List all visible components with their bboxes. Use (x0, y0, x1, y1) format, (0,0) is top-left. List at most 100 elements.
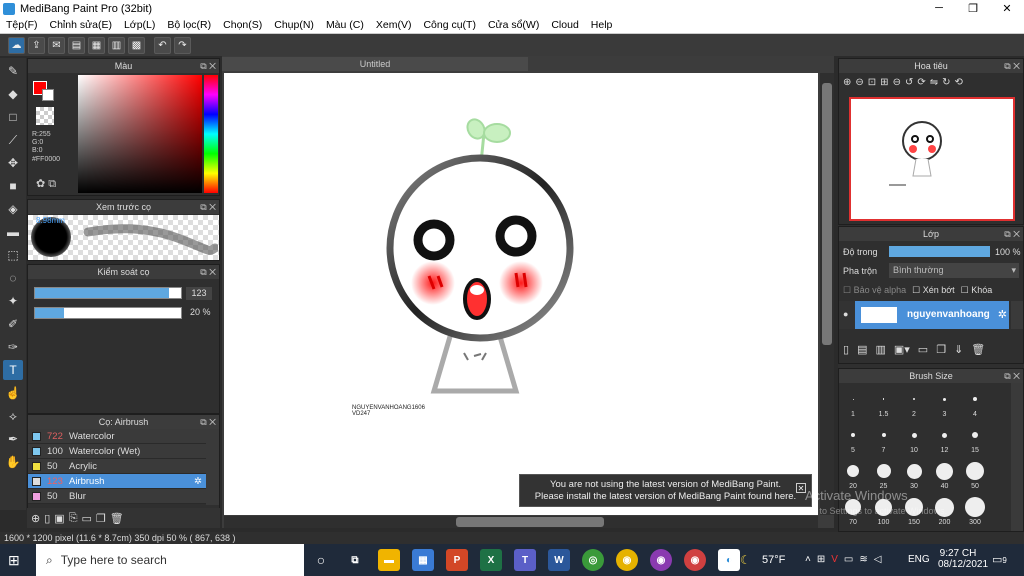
brush-size-dot[interactable] (936, 462, 953, 480)
menu-color[interactable]: Màu (C) (326, 19, 364, 31)
app-tray-icon[interactable]: ⊞ (817, 554, 825, 565)
menu-snap[interactable]: Chụp(N) (274, 19, 314, 31)
rotate-left-icon[interactable]: ↺ (905, 77, 913, 88)
menu-cloud[interactable]: Cloud (551, 19, 578, 31)
bucket-tool-icon[interactable]: ◈ (3, 199, 23, 219)
menu-file[interactable]: Tệp(F) (6, 19, 38, 31)
eraser-tool-icon[interactable]: ◆ (3, 84, 23, 104)
file-explorer-icon[interactable]: ▬ (378, 549, 400, 571)
medibang-taskbar-icon[interactable]: ◐ (718, 549, 740, 571)
volume-icon[interactable]: ◁ (874, 554, 882, 565)
zoom-100-icon[interactable]: ⊞ (880, 77, 888, 88)
brush-item[interactable]: 50 Blur (28, 489, 206, 504)
move-tool-icon[interactable]: ✥ (3, 153, 23, 173)
brush-size-dot[interactable] (942, 432, 947, 438)
clipping-checkbox[interactable]: ☐ Xén bớt (912, 285, 955, 296)
magic-wand-tool-icon[interactable]: ✦ (3, 291, 23, 311)
layer-scrollbar[interactable] (1011, 301, 1023, 329)
network-icon[interactable]: ▭ (844, 554, 853, 565)
document-tab[interactable]: Untitled (222, 57, 528, 71)
browser-icon[interactable]: ◉ (650, 549, 672, 571)
brush-menu-icon[interactable]: ▣ (54, 512, 64, 525)
trash-icon[interactable]: 🗑 (110, 512, 124, 525)
brush-item[interactable]: 50 Acrylic (28, 459, 206, 474)
operation-tool-icon[interactable]: ☝ (3, 383, 23, 403)
brush-item-selected[interactable]: 123 Airbrush ✲ (28, 474, 206, 489)
brush-size-dot[interactable] (881, 433, 886, 437)
excel-icon[interactable]: X (480, 549, 502, 571)
menu-edit[interactable]: Chỉnh sửa(E) (50, 19, 112, 31)
secondary-color-swatch[interactable] (42, 89, 54, 101)
layer-opacity-slider[interactable] (889, 246, 990, 257)
grid-icon[interactable]: ▩ (128, 36, 145, 54)
undo-icon[interactable]: ↶ (154, 36, 171, 54)
task-view-icon[interactable]: ⧉ (344, 549, 366, 571)
brush-size-scrollbar[interactable] (1011, 383, 1023, 531)
folder-icon[interactable]: ▭ (918, 343, 928, 356)
text-tool-icon[interactable]: T (3, 360, 23, 380)
vertical-scrollbar[interactable] (820, 73, 834, 515)
hand-tool-icon[interactable]: ✋ (3, 452, 23, 472)
brush-size-dot[interactable] (943, 397, 946, 401)
select-rect-tool-icon[interactable]: ⬚ (3, 245, 23, 265)
reset-view-icon[interactable]: ⟲ (955, 77, 963, 88)
brush-item[interactable]: 100 Watercolor (Wet) (28, 444, 206, 459)
drawing-canvas[interactable]: NGUYENVANHOANG1606 VD247 (224, 73, 818, 515)
folder-icon[interactable]: ▭ (82, 512, 92, 525)
rotate-right-icon[interactable]: ↻ (942, 77, 950, 88)
menu-help[interactable]: Help (591, 19, 613, 31)
rotate-reset-icon[interactable]: ⟳ (917, 77, 925, 88)
trash-icon[interactable]: 🗑 (971, 343, 985, 356)
add-brush-icon[interactable]: ⊕ (31, 512, 40, 525)
lasso-tool-icon[interactable]: ◌ (3, 268, 23, 288)
minimize-button[interactable]: ─ (922, 2, 956, 15)
protect-alpha-checkbox[interactable]: ☐ Bảo vệ alpha (843, 285, 906, 296)
flip-icon[interactable]: ⇋ (930, 77, 938, 88)
vivaldi-icon[interactable]: V (831, 554, 838, 565)
brush-tool-icon[interactable]: ✎ (3, 61, 23, 81)
new-layer-8bit-icon[interactable]: ▤ (857, 343, 867, 356)
redo-icon[interactable]: ↷ (174, 36, 191, 54)
duplicate-layer-icon[interactable]: ❐ (936, 343, 946, 356)
menu-layer[interactable]: Lớp(L) (124, 19, 155, 31)
clock[interactable]: 9:27 CH 08/12/2021 (938, 548, 988, 570)
brush-list-scrollbar[interactable] (206, 429, 219, 505)
brush-item[interactable]: 722 Watercolor (28, 429, 206, 444)
add-layer-menu-icon[interactable]: ▣▾ (894, 343, 910, 356)
zoom-minus-icon[interactable]: ⊖ (893, 77, 901, 88)
brush-size-dot[interactable] (965, 497, 985, 517)
notification-icon[interactable]: ▭9 (992, 553, 1007, 566)
rectangle-tool-icon[interactable]: □ (3, 107, 23, 127)
weather-temp[interactable]: 57°F (762, 554, 785, 566)
store-icon[interactable]: ▦ (412, 549, 434, 571)
palette-icon[interactable]: ✿ ⧉ (36, 177, 56, 191)
maximize-button[interactable]: ❐ (956, 2, 990, 15)
cloud-icon[interactable]: ☁ (8, 36, 25, 54)
duplicate-icon[interactable]: ❐ (96, 512, 106, 525)
zoom-in-icon[interactable]: ⊕ (843, 77, 851, 88)
cortana-icon[interactable]: ○ (310, 549, 332, 571)
fit-icon[interactable]: ⊡ (868, 77, 876, 88)
brush-size-dot[interactable] (847, 465, 859, 477)
teams-icon[interactable]: T (514, 549, 536, 571)
select-pen-tool-icon[interactable]: ✐ (3, 314, 23, 334)
zoom-out-icon[interactable]: ⊖ (855, 77, 863, 88)
brush-size-dot[interactable] (966, 462, 984, 480)
menu-tools[interactable]: Công cụ(T) (423, 19, 476, 31)
share-icon[interactable]: ⇪ (28, 36, 45, 54)
input-language[interactable]: ENG (908, 554, 930, 565)
document-icon[interactable]: ▦ (88, 36, 105, 54)
brush-size-dot[interactable] (911, 432, 917, 438)
panel-icon[interactable]: ▥ (108, 36, 125, 54)
brush-size-dot[interactable] (851, 433, 855, 437)
navigator-preview[interactable] (849, 97, 1015, 221)
brush-size-dot[interactable] (972, 432, 978, 438)
dropper-tool-icon[interactable]: ⟡ (3, 406, 23, 426)
eyedropper-tool-icon[interactable]: ✒ (3, 429, 23, 449)
fill-rect-tool-icon[interactable]: ■ (3, 176, 23, 196)
new-layer-1bit-icon[interactable]: ▥ (875, 343, 885, 356)
transparent-swatch[interactable] (36, 107, 54, 125)
merge-layer-icon[interactable]: ⇓ (954, 343, 963, 356)
line-tool-icon[interactable]: ⟋ (3, 130, 23, 150)
menu-filter[interactable]: Bộ lọc(R) (167, 19, 211, 31)
